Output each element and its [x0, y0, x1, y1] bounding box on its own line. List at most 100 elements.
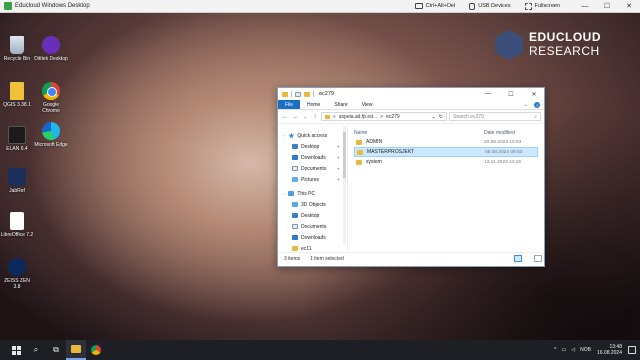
- nav-quick-desktop[interactable]: Desktop ✦: [278, 141, 347, 152]
- nav-quick-downloads[interactable]: Downloads ✦: [278, 152, 347, 163]
- file-row-masterprosjekt[interactable]: MASTERPROSJEKT 05.08.2024 09:53: [354, 147, 538, 157]
- explorer-title: ec279: [319, 91, 334, 97]
- address-path-current[interactable]: ec279: [386, 114, 400, 120]
- recent-locations-chevron-icon[interactable]: ⌄: [301, 114, 309, 119]
- ribbon-file-tab[interactable]: File: [278, 100, 300, 109]
- viewer-close-button[interactable]: ✕: [618, 2, 640, 10]
- expand-chevron-icon[interactable]: ›: [284, 191, 285, 196]
- taskbar-search-icon[interactable]: ⌕: [26, 340, 46, 360]
- clock-date: 16.08.2024: [596, 350, 622, 356]
- system-tray: ^ ▭ ◁ NOB: [554, 347, 591, 353]
- address-dropdown-icon[interactable]: ⌄: [432, 114, 436, 120]
- ribbon-share-tab[interactable]: Share: [327, 100, 354, 109]
- tray-overflow-chevron-icon[interactable]: ^: [554, 347, 556, 353]
- explorer-close-button[interactable]: ✕: [524, 91, 544, 98]
- help-icon[interactable]: ?: [534, 102, 540, 108]
- explorer-minimize-button[interactable]: —: [478, 91, 498, 97]
- fullscreen-icon: [524, 2, 532, 10]
- address-chevron-icon: «: [333, 113, 336, 120]
- nav-pc-documents[interactable]: Documents: [278, 221, 347, 232]
- desktop-icon-edge[interactable]: Microsoft Edge: [34, 122, 68, 148]
- desktop-icon-label: LibreOffice 7.2: [0, 232, 34, 238]
- large-icons-view-icon[interactable]: [534, 255, 542, 262]
- viewer-minimize-button[interactable]: —: [574, 3, 596, 10]
- brand-line-2: RESEARCH: [529, 44, 600, 58]
- new-folder-icon[interactable]: [304, 91, 310, 97]
- taskbar-chrome-icon[interactable]: [86, 340, 106, 360]
- up-arrow-icon[interactable]: ↑: [311, 114, 319, 120]
- expand-chevron-icon[interactable]: ›: [284, 133, 285, 138]
- dittlek-icon: [42, 36, 60, 54]
- desktop-icon-qgis[interactable]: QGIS 3.38.1: [0, 82, 34, 108]
- column-header-date-modified[interactable]: Date modified: [484, 130, 515, 136]
- taskbar: ⌕ ⧉ ^ ▭ ◁ NOB 13:48 16.08.2024: [0, 340, 640, 360]
- column-header-name[interactable]: Name: [354, 130, 484, 136]
- nav-this-pc[interactable]: › This PC: [278, 188, 347, 199]
- explorer-maximize-button[interactable]: ☐: [501, 91, 521, 98]
- viewer-titlebar: Educloud Windows Desktop Ctrl+Alt+Del US…: [0, 0, 640, 13]
- file-date: 20.06.2024 10:53: [484, 139, 522, 145]
- input-language[interactable]: NOB: [580, 347, 591, 353]
- pin-icon: ✦: [336, 155, 340, 160]
- taskbar-file-explorer-icon[interactable]: [66, 340, 86, 360]
- refresh-icon[interactable]: ↻: [439, 114, 443, 120]
- ribbon-view-tab[interactable]: View: [355, 100, 380, 109]
- file-explorer-window: ec279 — ☐ ✕ File Home Share View ⌄ ? ← →…: [277, 87, 545, 267]
- pictures-icon: [292, 177, 298, 182]
- desktop-icon-recycle-bin[interactable]: Recycle Bin: [0, 36, 34, 62]
- file-row-system[interactable]: system 13.11.2023 14:16: [354, 157, 538, 167]
- file-name: MASTERPROSJEKT: [367, 149, 415, 155]
- pin-icon: ✦: [336, 144, 340, 149]
- folder-icon: [356, 139, 362, 145]
- divider: [313, 91, 314, 97]
- nav-scrollbar-thumb[interactable]: [343, 132, 346, 178]
- desktop-icon-label: Google Chrome: [42, 102, 60, 114]
- details-view-icon[interactable]: [514, 255, 522, 262]
- desktop-icon-label: ELAN 6.4: [6, 146, 28, 152]
- search-box[interactable]: Search ec279 ⌕: [449, 112, 541, 121]
- taskbar-clock[interactable]: 13:48 16.08.2024: [597, 344, 622, 356]
- explorer-titlebar[interactable]: ec279 — ☐ ✕: [278, 88, 544, 100]
- back-arrow-icon[interactable]: ←: [281, 114, 289, 120]
- desktop-icon-dittlek[interactable]: Dittlek Desktop: [34, 36, 68, 62]
- desktop-icon-libreoffice[interactable]: LibreOffice 7.2: [0, 212, 34, 238]
- nav-quick-access[interactable]: › Quick access: [278, 130, 347, 141]
- address-path-root[interactable]: aspeia.ad.fp.ed...: [339, 114, 377, 120]
- educloud-hex-logo-icon: [495, 30, 523, 60]
- desktop-icon-zeiss[interactable]: ZEISS ZEN 3.8: [0, 258, 34, 290]
- properties-icon[interactable]: [295, 91, 301, 97]
- desktop-icon-elan[interactable]: ELAN 6.4: [0, 126, 34, 152]
- start-button[interactable]: [6, 340, 26, 360]
- nav-item-label: Desktop: [301, 212, 320, 219]
- nav-pc-ec11[interactable]: ec11: [278, 243, 347, 254]
- 3d-objects-icon: [292, 202, 298, 207]
- desktop-icon-jabref[interactable]: JabRef: [0, 168, 34, 194]
- viewer-maximize-button[interactable]: ☐: [596, 2, 618, 10]
- usb-devices-button[interactable]: USB Devices: [469, 2, 511, 10]
- desktop-icon: [292, 144, 298, 149]
- chrome-icon: [42, 82, 60, 100]
- forward-arrow-icon[interactable]: →: [291, 114, 299, 120]
- ribbon-home-tab[interactable]: Home: [300, 100, 327, 109]
- pin-icon: ✦: [336, 166, 340, 171]
- nav-pc-3d-objects[interactable]: 3D Objects: [278, 199, 347, 210]
- address-bar[interactable]: « aspeia.ad.fp.ed... > ec279 ⌄ ↻: [321, 112, 447, 121]
- file-row-admin[interactable]: ADMIN 20.06.2024 10:53: [354, 137, 538, 147]
- folder-icon: [282, 91, 288, 97]
- fullscreen-button[interactable]: Fullscreen: [524, 2, 560, 10]
- nav-item-label: Documents: [301, 223, 327, 230]
- navigation-bar: ← → ⌄ ↑ « aspeia.ad.fp.ed... > ec279 ⌄ ↻…: [278, 110, 544, 124]
- network-icon[interactable]: ▭: [562, 347, 567, 353]
- nav-pc-downloads[interactable]: Downloads: [278, 232, 347, 243]
- jabref-icon: [8, 168, 26, 186]
- nav-quick-documents[interactable]: Documents ✦: [278, 163, 347, 174]
- desktop-icon-chrome[interactable]: Google Chrome: [34, 82, 68, 114]
- ctrl-alt-del-button[interactable]: Ctrl+Alt+Del: [414, 3, 455, 9]
- file-date: 13.11.2023 14:16: [484, 159, 521, 165]
- notification-icon[interactable]: [628, 346, 636, 354]
- expand-ribbon-chevron-icon[interactable]: ⌄: [521, 100, 530, 109]
- nav-quick-pictures[interactable]: Pictures ✦: [278, 174, 347, 185]
- task-view-icon[interactable]: ⧉: [46, 340, 66, 360]
- nav-pc-desktop[interactable]: Desktop: [278, 210, 347, 221]
- volume-icon[interactable]: ◁: [571, 347, 575, 353]
